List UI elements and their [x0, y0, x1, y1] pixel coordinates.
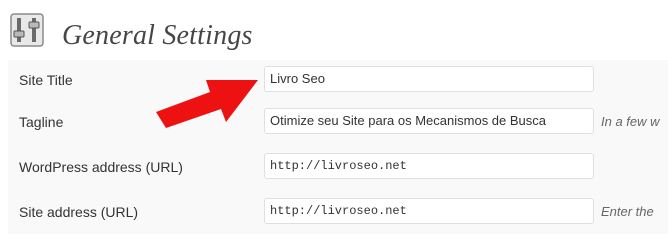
- tagline-label: Tagline: [19, 114, 64, 130]
- page-title: General Settings: [62, 20, 253, 51]
- settings-form: Site Title Livro Seo Tagline Otimize seu…: [8, 60, 668, 234]
- site-title-label: Site Title: [19, 72, 73, 88]
- wordpress-address-input[interactable]: http://livroseo.net: [264, 153, 594, 179]
- page-header: General Settings: [8, 8, 668, 51]
- settings-sliders-icon: [10, 13, 44, 47]
- site-address-label: Site address (URL): [19, 204, 139, 220]
- wordpress-address-label: WordPress address (URL): [19, 159, 183, 175]
- site-title-row: Site Title Livro Seo: [8, 60, 668, 102]
- tagline-description: In a few w: [601, 114, 660, 129]
- site-address-description: Enter the: [601, 204, 654, 219]
- site-address-row: Site address (URL) http://livroseo.net E…: [8, 192, 668, 234]
- tagline-input[interactable]: Otimize seu Site para os Mecanismos de B…: [264, 108, 594, 134]
- red-arrow-icon: [150, 70, 262, 128]
- site-address-input[interactable]: http://livroseo.net: [264, 198, 594, 224]
- site-title-input[interactable]: Livro Seo: [264, 66, 594, 92]
- tagline-row: Tagline Otimize seu Site para os Mecanis…: [8, 102, 668, 144]
- wordpress-address-row: WordPress address (URL) http://livroseo.…: [8, 147, 668, 189]
